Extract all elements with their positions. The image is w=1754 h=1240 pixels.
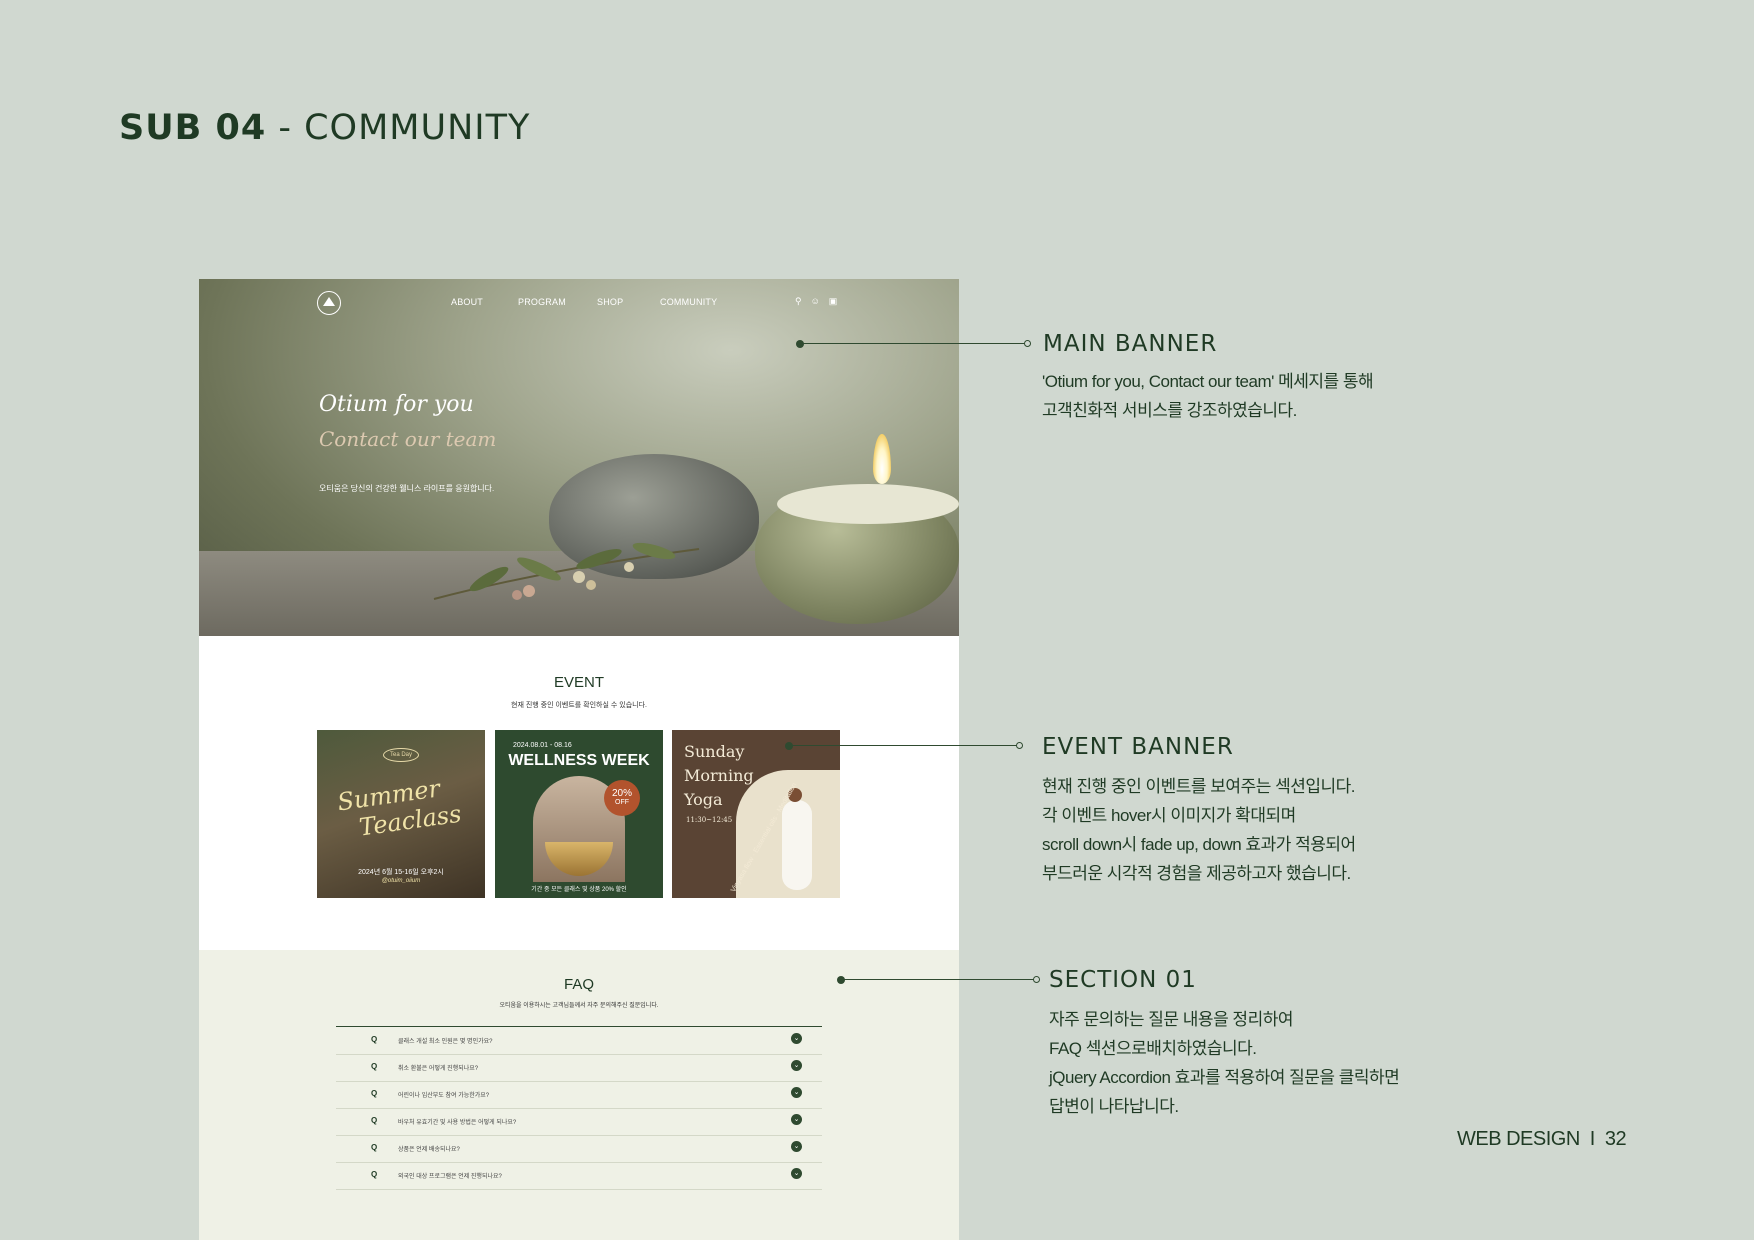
page-number: 32 <box>1604 1128 1627 1150</box>
faq-question: 외국인 대상 프로그램은 언제 진행되나요? <box>398 1174 502 1180</box>
card-date: 2024년 6월 15-16일 오후2시 <box>358 869 444 876</box>
card-title-line3: Yoga <box>684 790 723 809</box>
slide-title-bold: SUB 04 <box>119 108 267 148</box>
card-time: 11:30~12:45 <box>686 816 733 824</box>
card-title: Sunday Morning Yoga <box>684 740 754 812</box>
faq-item[interactable]: Q 취소 환불은 어떻게 진행되나요? ⌄ <box>336 1054 822 1082</box>
faq-item[interactable]: Q 클래스 개설 최소 인원은 몇 명인가요? ⌄ <box>336 1027 822 1055</box>
event-card-summer-teaclass[interactable]: Tea Day Summer Teaclass 2024년 6월 15-16일 오… <box>317 730 485 898</box>
callout-main-end <box>1024 340 1031 347</box>
callout-section-line4: 답변이 나타납니다. <box>1049 1097 1179 1116</box>
callout-event-line4: 부드러운 시각적 경험을 제공하고자 했습니다. <box>1042 864 1351 883</box>
callout-section-line1: 자주 문의하는 질문 내용을 정리하여 <box>1049 1010 1294 1029</box>
callout-event-line2: 각 이벤트 hover시 이미지가 확대되며 <box>1042 806 1296 825</box>
bag-icon[interactable]: ▣ <box>829 296 838 306</box>
callout-section-title: SECTION 01 <box>1049 967 1197 993</box>
slide-title: SUB 04 - COMMUNITY <box>119 108 530 148</box>
faq-subtitle: 오티움을 이용하시는 고객님들께서 자주 문의해주신 질문입니다. <box>499 1003 659 1009</box>
logo-mountain-icon[interactable] <box>317 291 341 315</box>
card-badge: Tea Day <box>383 748 419 762</box>
site-nav: ABOUT PROGRAM SHOP COMMUNITY ⚲ ☺ ▣ <box>199 291 959 315</box>
banner-candle-flame <box>873 434 891 484</box>
nav-shop[interactable]: SHOP <box>597 297 623 307</box>
callout-main-anchor <box>796 340 804 348</box>
callout-main-desc: 'Otium for you, Contact our team' 메세지를 통… <box>1042 367 1374 425</box>
card-date: 2024.08.01 - 08.16 <box>513 742 572 749</box>
chevron-down-icon[interactable]: ⌄ <box>791 1087 802 1098</box>
hero-description: 오티움은 당신의 건강한 웰니스 라이프를 응원합니다. <box>319 484 495 493</box>
callout-event-line <box>789 745 1018 746</box>
faq-question: 어린이나 임산부도 참여 가능한가요? <box>398 1093 490 1099</box>
card-title: WELLNESS WEEK <box>508 752 650 769</box>
callout-event-end <box>1016 742 1023 749</box>
chevron-down-icon[interactable]: ⌄ <box>791 1060 802 1071</box>
callout-section-end <box>1033 976 1040 983</box>
callout-event-title: EVENT BANNER <box>1042 734 1234 760</box>
nav-about[interactable]: ABOUT <box>451 297 483 307</box>
event-title: EVENT <box>553 674 604 691</box>
card-title-line1: Sunday <box>684 742 745 761</box>
discount-badge: 20% OFF <box>604 780 640 816</box>
callout-section-anchor <box>837 976 845 984</box>
faq-item[interactable]: Q 외국인 대상 프로그램은 언제 진행되나요? ⌄ <box>336 1162 822 1190</box>
callout-section-line2: FAQ 섹션으로배치하였습니다. <box>1049 1039 1257 1058</box>
chevron-down-icon[interactable]: ⌄ <box>791 1114 802 1125</box>
callout-main-line1: 'Otium for you, Contact our team' 메세지를 통… <box>1042 372 1374 391</box>
callout-event-line1: 현재 진행 중인 이벤트를 보여주는 섹션입니다. <box>1042 777 1355 796</box>
event-subtitle: 현재 진행 중인 이벤트를 확인하실 수 있습니다. <box>511 702 647 709</box>
banner-candle-wax <box>777 484 959 524</box>
discount-percent: 20% <box>611 788 632 799</box>
search-icon[interactable]: ⚲ <box>795 296 802 306</box>
chevron-down-icon[interactable]: ⌄ <box>791 1141 802 1152</box>
faq-q-label: Q <box>371 1143 378 1152</box>
callout-section-desc: 자주 문의하는 질문 내용을 정리하여 FAQ 섹션으로배치하였습니다. jQu… <box>1049 1005 1400 1121</box>
nav-community[interactable]: COMMUNITY <box>660 297 717 307</box>
discount-off: OFF <box>615 799 629 806</box>
hero-headline: Otium for you <box>319 392 474 417</box>
faq-item[interactable]: Q 상품은 언제 배송되나요? ⌄ <box>336 1135 822 1163</box>
callout-event-line3: scroll down시 fade up, down 효과가 적용되어 <box>1042 835 1356 854</box>
card-instagram: @otuim_oiium <box>381 878 421 884</box>
faq-item[interactable]: Q 어린이나 임산부도 참여 가능한가요? ⌄ <box>336 1081 822 1109</box>
faq-section: FAQ 오티움을 이용하시는 고객님들께서 자주 문의해주신 질문입니다. Q … <box>199 950 959 1240</box>
user-icon[interactable]: ☺ <box>811 296 820 306</box>
footer-label: WEB DESIGN <box>1457 1128 1580 1150</box>
website-mockup: ABOUT PROGRAM SHOP COMMUNITY ⚲ ☺ ▣ Otium f… <box>199 279 959 1240</box>
chevron-down-icon[interactable]: ⌄ <box>791 1168 802 1179</box>
card-title-line2: Morning <box>684 766 754 785</box>
nav-icons: ⚲ ☺ ▣ <box>795 296 846 307</box>
faq-question: 클래스 개설 최소 인원은 몇 명인가요? <box>398 1039 493 1045</box>
hero-subheadline: Contact our team <box>319 427 497 451</box>
event-card-sunday-yoga[interactable]: Sunday Morning Yoga 11:30~12:45 Vinyasa … <box>672 730 840 898</box>
slide-title-rest: - COMMUNITY <box>266 108 531 148</box>
card-footer: 기간 중 모든 클래스 및 상품 20% 할인 <box>531 887 627 893</box>
nav-program[interactable]: PROGRAM <box>518 297 566 307</box>
faq-q-label: Q <box>371 1170 378 1179</box>
faq-q-label: Q <box>371 1116 378 1125</box>
callout-main-line <box>800 343 1026 344</box>
footer-separator: I <box>1589 1128 1596 1150</box>
card-title: Summer Teaclass <box>336 772 463 844</box>
main-banner: ABOUT PROGRAM SHOP COMMUNITY ⚲ ☺ ▣ Otium f… <box>199 279 959 636</box>
callout-event-desc: 현재 진행 중인 이벤트를 보여주는 섹션입니다. 각 이벤트 hover시 이… <box>1042 772 1356 888</box>
faq-q-label: Q <box>371 1089 378 1098</box>
page-footer: WEB DESIGN I 32 <box>1457 1128 1627 1151</box>
callout-section-line3: jQuery Accordion 효과를 적용하여 질문을 클릭하면 <box>1049 1068 1400 1087</box>
faq-question: 취소 환불은 어떻게 진행되나요? <box>398 1066 479 1072</box>
faq-question: 바우처 유효기간 및 사용 방법은 어떻게 되나요? <box>398 1120 517 1126</box>
faq-item[interactable]: Q 바우처 유효기간 및 사용 방법은 어떻게 되나요? ⌄ <box>336 1108 822 1136</box>
callout-section-line <box>841 979 1035 980</box>
callout-main-title: MAIN BANNER <box>1043 331 1218 357</box>
chevron-down-icon[interactable]: ⌄ <box>791 1033 802 1044</box>
faq-q-label: Q <box>371 1035 378 1044</box>
event-card-wellness-week[interactable]: 2024.08.01 - 08.16 WELLNESS WEEK 20% OFF… <box>495 730 663 898</box>
callout-event-anchor <box>785 742 793 750</box>
faq-question: 상품은 언제 배송되나요? <box>398 1147 460 1153</box>
yoga-figure <box>782 800 812 890</box>
banner-olive-branch <box>433 542 700 600</box>
faq-q-label: Q <box>371 1062 378 1071</box>
callout-main-line2: 고객친화적 서비스를 강조하였습니다. <box>1042 401 1297 420</box>
